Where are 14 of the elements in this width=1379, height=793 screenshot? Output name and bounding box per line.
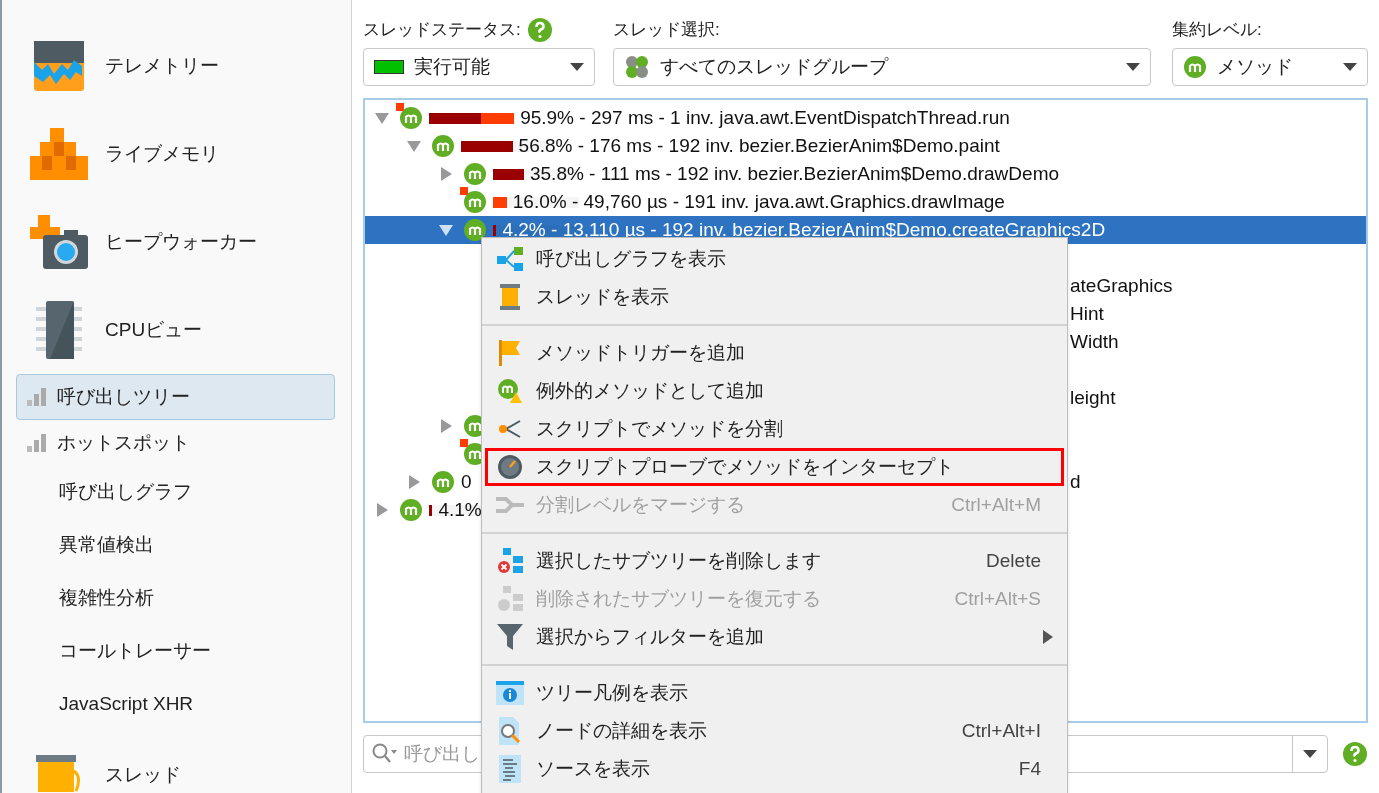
tree-node-text: d	[1070, 469, 1081, 494]
tree-node-text: 0	[461, 469, 472, 494]
tree-node-text: Hint	[1070, 301, 1104, 326]
tree-node-text: 16.0% - 49,760 µs - 191 inv. java.awt.Graphics.drawImage	[512, 189, 1005, 214]
tree-node-text: 4.1%	[438, 497, 482, 522]
tree-node-text: Width	[1070, 329, 1119, 354]
tree-node-text: 56.8% - 176 ms - 192 inv. bezier.BezierAnim$Demo.paint	[518, 133, 1000, 158]
filter-label: スレッドステータス:	[363, 19, 521, 42]
filter-label: スレッド選択:	[613, 19, 720, 42]
tree-node-text: 35.8% - 111 ms - 192 inv. bezier.BezierAnim$Demo.drawDemo	[529, 161, 1060, 186]
filter-label: 集約レベル:	[1172, 19, 1262, 42]
tree-node-text: leight	[1070, 385, 1116, 410]
tree-node-text: 95.9% - 297 ms - 1 inv. java.awt.EventDispatchThread.run	[520, 105, 1010, 130]
tree-node-text: ateGraphics	[1070, 273, 1173, 298]
